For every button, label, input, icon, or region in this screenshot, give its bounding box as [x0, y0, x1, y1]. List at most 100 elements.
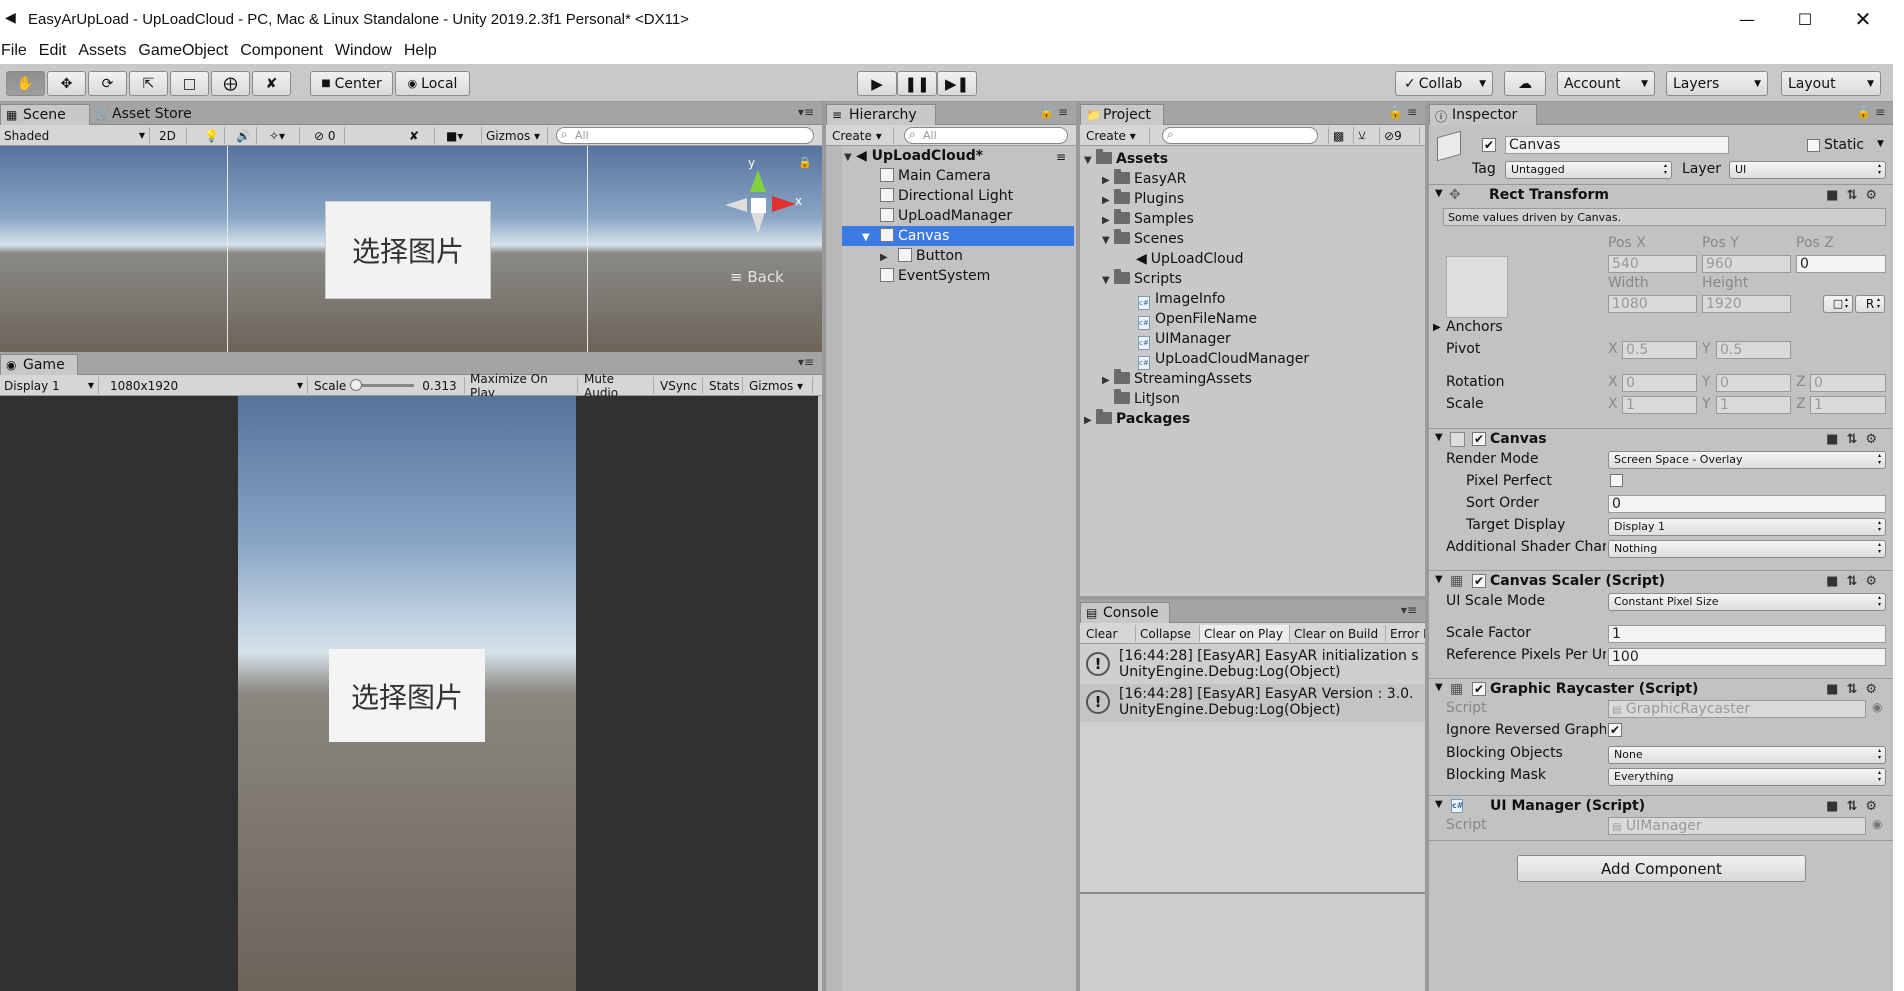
account-dropdown[interactable]: Account ▼: [1557, 71, 1655, 96]
panel-menu-icon[interactable]: ▾≡: [1401, 603, 1417, 617]
stats-toggle[interactable]: Stats: [705, 377, 743, 394]
static-checkbox[interactable]: [1807, 139, 1820, 152]
blocking-objects-dropdown[interactable]: None: [1608, 746, 1886, 764]
custom-tool-icon[interactable]: ✘: [252, 71, 291, 96]
pivot-center-button[interactable]: ■ Center: [310, 71, 393, 96]
maximize-on-play-toggle[interactable]: Maximize On Play: [466, 372, 578, 400]
anchors-label[interactable]: Anchors: [1446, 319, 1503, 335]
collab-dropdown[interactable]: ✓ Collab ▼: [1395, 71, 1493, 96]
hierarchy-search-input[interactable]: All: [904, 127, 1068, 144]
menu-edit[interactable]: Edit: [33, 42, 73, 60]
panel-menu-icon[interactable]: ▾≡: [798, 355, 814, 369]
play-button[interactable]: ▶: [857, 71, 897, 96]
component-header-icons[interactable]: ■⇅⚙: [1826, 799, 1885, 814]
menu-component[interactable]: Component: [234, 42, 329, 60]
filter-type-icon[interactable]: ▩: [1328, 127, 1354, 144]
raw-edit-button[interactable]: R: [1855, 295, 1885, 313]
hierarchy-item-button[interactable]: ▶ Button: [880, 246, 963, 266]
gizmos-dropdown[interactable]: Gizmos ▾: [482, 127, 548, 144]
hierarchy-item-uploadmanager[interactable]: UpLoadManager: [880, 206, 1012, 226]
maximize-button[interactable]: ☐: [1776, 0, 1834, 38]
pixel-perfect-checkbox[interactable]: [1610, 474, 1623, 487]
component-header-icons[interactable]: ■⇅⚙: [1826, 432, 1885, 447]
expand-arrow-icon[interactable]: ▼: [844, 148, 856, 168]
transform-tool-icon[interactable]: ⨁: [211, 71, 250, 96]
hidden-packages-toggle[interactable]: ⊘ 9: [1380, 127, 1420, 144]
project-file-uploadcloudmanager[interactable]: c# UpLoadCloudManager: [1138, 349, 1309, 370]
effects-icon[interactable]: ✧▾: [265, 127, 300, 144]
hidden-objects-toggle[interactable]: ⊘ 0: [310, 127, 345, 144]
shading-mode-dropdown[interactable]: Shaded ▼: [0, 127, 150, 144]
uimanager-script-field[interactable]: ▤ UIManager: [1608, 817, 1866, 835]
additional-shader-dropdown[interactable]: Nothing: [1608, 540, 1886, 558]
rect-tool-icon[interactable]: □: [170, 71, 209, 96]
collapse-arrow-icon[interactable]: ▶: [1102, 191, 1114, 211]
filter-label-icon[interactable]: ⚺: [1354, 127, 1380, 144]
component-header-icons[interactable]: ■⇅⚙: [1826, 188, 1885, 203]
game-gizmos-dropdown[interactable]: Gizmos ▾: [745, 377, 813, 394]
scale-factor-field[interactable]: 1: [1608, 625, 1886, 643]
project-folder-scripts[interactable]: ▼ Scripts: [1102, 269, 1182, 289]
audio-icon[interactable]: 🔊: [232, 127, 257, 144]
layer-dropdown[interactable]: UI: [1729, 161, 1886, 179]
resolution-dropdown[interactable]: 1080x1920 ▼: [106, 377, 308, 394]
hierarchy-item-directional-light[interactable]: Directional Light: [880, 186, 1013, 206]
tag-dropdown[interactable]: Untagged: [1505, 161, 1672, 179]
component-header-icons[interactable]: ■⇅⚙: [1826, 682, 1885, 697]
tab-console[interactable]: ▤ Console: [1080, 602, 1170, 623]
pivot-local-button[interactable]: ◉ Local: [395, 71, 470, 96]
width-field[interactable]: 1080: [1608, 295, 1697, 313]
console-clear-on-play-toggle[interactable]: Clear on Play: [1200, 625, 1290, 642]
log-row[interactable]: ! [16:44:28] [EasyAR] EasyAR Version : 3…: [1080, 684, 1425, 722]
hierarchy-create-dropdown[interactable]: Create ▾: [828, 127, 894, 144]
add-component-button[interactable]: Add Component: [1517, 855, 1806, 882]
project-search-input[interactable]: [1162, 127, 1318, 144]
scale-x-field[interactable]: 1: [1622, 396, 1697, 414]
expand-arrow-icon[interactable]: ▼: [862, 228, 874, 248]
scale-tool-icon[interactable]: ⇱: [129, 71, 168, 96]
lock-icon[interactable]: 🔒: [798, 156, 812, 169]
lighting-icon[interactable]: 💡: [200, 127, 225, 144]
2d-toggle[interactable]: 2D: [155, 127, 187, 144]
sort-order-field[interactable]: 0: [1608, 495, 1886, 513]
rect-transform-header[interactable]: ▼ ✥ Rect Transform ■⇅⚙: [1429, 184, 1893, 206]
scene-menu-icon[interactable]: ≡: [1056, 150, 1066, 164]
expand-arrow-icon[interactable]: ▼: [1102, 271, 1114, 291]
reference-pixels-field[interactable]: 100: [1608, 648, 1886, 666]
close-button[interactable]: ✕: [1834, 0, 1892, 38]
game-select-image-button[interactable]: 选择图片: [329, 649, 485, 742]
expand-arrow-icon[interactable]: ▼: [1435, 682, 1443, 693]
console-clear-on-build-toggle[interactable]: Clear on Build: [1290, 625, 1386, 642]
collapse-arrow-icon[interactable]: ▶: [1084, 411, 1096, 431]
object-name-input[interactable]: Canvas: [1505, 136, 1729, 154]
expand-arrow-icon[interactable]: ▼: [1435, 799, 1443, 810]
static-dropdown-icon[interactable]: ▼: [1877, 139, 1884, 149]
scene-root-item[interactable]: ▼ ◀ UpLoadCloud*: [844, 146, 983, 166]
tab-scene[interactable]: ▦ Scene: [0, 104, 90, 125]
hierarchy-item-eventsystem[interactable]: EventSystem: [880, 266, 990, 286]
project-folder-plugins[interactable]: ▶ Plugins: [1102, 189, 1184, 209]
menu-gameobject[interactable]: GameObject: [132, 42, 234, 60]
scale-slider[interactable]: Scale 0.313: [310, 377, 465, 394]
lock-menu-icon[interactable]: 🔒 ≡: [1388, 105, 1417, 119]
scaler-enabled-checkbox[interactable]: ✔: [1472, 574, 1486, 588]
project-folder-scenes[interactable]: ▼ Scenes: [1102, 229, 1184, 249]
anchor-presets-button[interactable]: [1446, 256, 1508, 318]
scene-search-input[interactable]: All: [556, 127, 814, 144]
move-tool-icon[interactable]: ✥: [47, 71, 86, 96]
collapse-arrow-icon[interactable]: ▶: [1102, 211, 1114, 231]
rotate-tool-icon[interactable]: ⟳: [88, 71, 127, 96]
active-checkbox[interactable]: ✔: [1482, 138, 1496, 152]
project-file-uploadcloud-scene[interactable]: ◀ UpLoadCloud: [1136, 249, 1244, 269]
expand-arrow-icon[interactable]: ▼: [1102, 231, 1114, 251]
raycaster-enabled-checkbox[interactable]: ✔: [1472, 682, 1486, 696]
project-create-dropdown[interactable]: Create ▾: [1082, 127, 1150, 144]
expand-arrow-icon[interactable]: ▼: [1435, 574, 1443, 585]
render-mode-dropdown[interactable]: Screen Space - Overlay: [1608, 451, 1886, 469]
slider-thumb[interactable]: [350, 379, 363, 391]
pos-y-field[interactable]: 960: [1702, 255, 1791, 273]
lock-menu-icon[interactable]: 🔒 ≡: [1856, 105, 1885, 119]
raycaster-script-field[interactable]: ▤ GraphicRaycaster: [1608, 700, 1866, 718]
tab-hierarchy[interactable]: ≡ Hierarchy: [826, 104, 936, 125]
lock-menu-icon[interactable]: 🔒 ≡: [1039, 105, 1068, 119]
